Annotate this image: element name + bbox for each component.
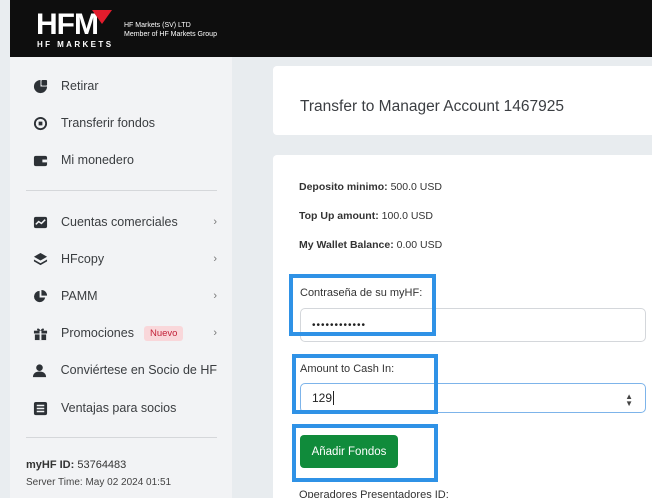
sidebar-item-cuentas[interactable]: Cuentas comerciales ›: [32, 211, 217, 233]
myhf-id-value: 53764483: [77, 459, 127, 471]
text-caret: [333, 391, 335, 405]
amount-input[interactable]: 129 ▲ ▼: [300, 383, 646, 413]
deposit-min-row: Deposito minimo: 500.0 USD: [299, 181, 442, 193]
page-title: Transfer to Manager Account 1467925: [300, 98, 564, 115]
wallet-balance-value: 0.00 USD: [396, 239, 443, 251]
sidebar-item-socio[interactable]: Conviértese en Socio de HF: [32, 359, 217, 381]
amount-value: 129: [312, 391, 333, 405]
password-label: Contraseña de su myHF:: [300, 287, 423, 299]
wallet-icon: [32, 152, 48, 168]
company-info: HF Markets (SV) LTD Member of HF Markets…: [124, 21, 217, 39]
sidebar-item-label: Transferir fondos: [61, 116, 156, 130]
sidebar-item-monedero[interactable]: Mi monedero: [32, 149, 217, 171]
deposit-min-value: 500.0 USD: [390, 181, 442, 193]
add-funds-button[interactable]: Añadir Fondos: [300, 435, 398, 468]
transfer-icon: [32, 115, 48, 131]
wallet-balance-label: My Wallet Balance:: [299, 239, 394, 251]
hfm-logo[interactable]: HFM HF MARKETS: [36, 8, 116, 49]
number-spinner[interactable]: ▲ ▼: [625, 393, 633, 408]
topup-value: 100.0 USD: [381, 210, 434, 222]
sidebar-item-hfcopy[interactable]: HFcopy ›: [32, 248, 217, 270]
pie-chart-icon: [32, 288, 48, 304]
logo-subtext: HF MARKETS: [37, 40, 114, 49]
sidebar-item-pamm[interactable]: PAMM ›: [32, 285, 217, 307]
company-line-1: HF Markets (SV) LTD: [124, 22, 191, 29]
logo-accent-icon: [92, 10, 112, 24]
myhf-id-label: myHF ID:: [26, 459, 75, 471]
spinner-down-icon[interactable]: ▼: [625, 400, 633, 408]
sidebar-item-retirar[interactable]: Retirar: [32, 75, 217, 97]
password-input[interactable]: ••••••••••••: [300, 308, 646, 342]
myhf-id: myHF ID: 53764483: [26, 459, 126, 471]
sidebar-item-promociones[interactable]: Promociones Nuevo ›: [32, 322, 217, 344]
topup-label: Top Up amount:: [299, 210, 379, 222]
sidebar-item-label: PAMM: [61, 289, 98, 303]
gift-icon: [32, 325, 48, 341]
sidebar-item-label: Promociones: [61, 326, 134, 340]
sidebar-item-label: Mi monedero: [61, 153, 134, 167]
chart-line-icon: [32, 214, 48, 230]
sidebar-item-label: Ventajas para socios: [61, 401, 177, 415]
sidebar-divider: [26, 437, 217, 438]
amount-label: Amount to Cash In:: [300, 363, 395, 375]
sidebar-divider: [26, 190, 217, 191]
ib-id-label: Operadores Presentadores ID:: [299, 489, 449, 498]
sidebar-item-label: Cuentas comerciales: [61, 215, 178, 229]
sidebar: Retirar Transferir fondos Mi monedero Cu…: [10, 57, 232, 498]
sidebar-item-ventajas[interactable]: Ventajas para socios: [32, 397, 217, 419]
top-header: HFM HF MARKETS HF Markets (SV) LTD Membe…: [10, 0, 652, 57]
sidebar-item-transferir[interactable]: Transferir fondos: [32, 112, 217, 134]
transfer-form-card: Deposito minimo: 500.0 USD Top Up amount…: [273, 155, 652, 498]
sidebar-item-label: HFcopy: [61, 252, 105, 266]
password-value: ••••••••••••: [312, 319, 367, 331]
chevron-right-icon: ›: [213, 290, 217, 302]
new-badge: Nuevo: [143, 325, 184, 341]
sidebar-item-label: Retirar: [61, 79, 99, 93]
topup-row: Top Up amount: 100.0 USD: [299, 210, 433, 222]
chevron-right-icon: ›: [213, 327, 217, 339]
chevron-right-icon: ›: [213, 216, 217, 228]
title-card: Transfer to Manager Account 1467925: [273, 66, 652, 135]
layers-icon: [32, 251, 48, 267]
deposit-min-label: Deposito minimo:: [299, 181, 388, 193]
user-icon: [32, 362, 48, 378]
left-gutter: [0, 0, 10, 498]
wallet-balance-row: My Wallet Balance: 0.00 USD: [299, 239, 442, 251]
logo-text: HFM: [36, 8, 99, 41]
sidebar-item-label: Conviértese en Socio de HF: [60, 363, 217, 377]
company-line-2: Member of HF Markets Group: [124, 31, 217, 38]
list-icon: [32, 400, 48, 416]
chevron-right-icon: ›: [213, 253, 217, 265]
server-time: Server Time: May 02 2024 01:51: [26, 477, 172, 488]
main-content: Transfer to Manager Account 1467925 Depo…: [232, 57, 652, 498]
wallet-out-icon: [32, 78, 48, 94]
